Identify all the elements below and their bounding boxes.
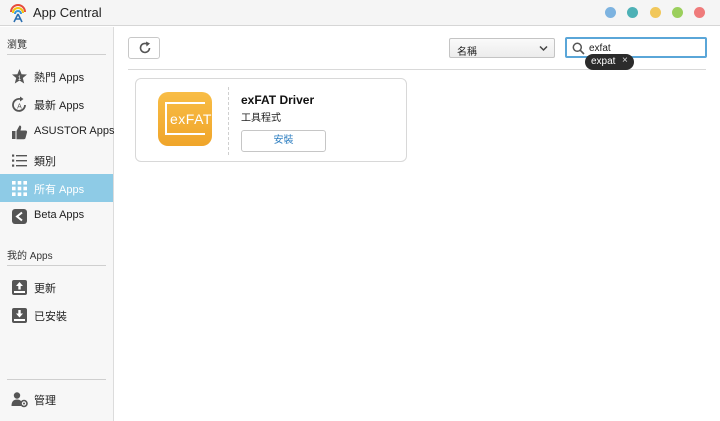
sidebar-divider (7, 265, 106, 266)
sidebar-item-installed[interactable]: 已安裝 (0, 301, 113, 329)
beta-icon (12, 209, 27, 224)
window-dot-green[interactable] (672, 7, 683, 18)
icon-frame (165, 133, 205, 135)
sidebar-item-label: 已安裝 (34, 311, 67, 323)
sidebar-item-asustor-apps[interactable]: ASUSTOR Apps (0, 118, 115, 146)
app-category: 工具程式 (241, 113, 281, 124)
search-suggestion[interactable]: expat × (585, 54, 634, 70)
sidebar-item-beta-apps[interactable]: Beta Apps (0, 202, 113, 230)
app-card[interactable]: exFAT exFAT Driver 工具程式 安裝 (135, 78, 407, 162)
user-gear-icon (11, 392, 28, 408)
search-suggestion-text: expat (591, 56, 616, 67)
sidebar-item-new-apps[interactable]: A 最新 Apps (0, 90, 113, 118)
sort-select-value: 名稱 (457, 47, 477, 58)
grid-icon (12, 181, 27, 196)
sidebar-item-label: 最新 Apps (34, 100, 85, 112)
svg-text:A: A (17, 104, 22, 111)
app-central-window: App Central 瀏覽 1 熱門 Apps A 最新 Apps ASUST… (0, 0, 720, 421)
thumbs-up-icon (12, 125, 28, 140)
sidebar-item-label: 管理 (34, 395, 56, 407)
search-icon (572, 42, 585, 55)
exfat-app-icon: exFAT (158, 92, 212, 146)
app-central-logo-icon (10, 4, 26, 23)
sidebar-item-all-apps[interactable]: 所有 Apps (0, 174, 113, 202)
my-apps-section-label: 我的 Apps (7, 251, 53, 262)
app-icon-text: exFAT (170, 111, 212, 127)
list-icon (12, 154, 27, 167)
refresh-icon (139, 41, 151, 54)
sidebar-item-label: 所有 Apps (34, 184, 85, 196)
refresh-button[interactable] (128, 37, 160, 59)
new-icon: A (12, 96, 26, 112)
update-icon (12, 280, 27, 295)
sidebar-divider (7, 379, 106, 380)
search-box[interactable] (565, 37, 707, 58)
star-icon: 1 (12, 69, 27, 84)
chevron-down-icon (539, 45, 548, 52)
browse-section-label: 瀏覽 (7, 40, 27, 51)
window-dot-close[interactable] (694, 7, 705, 18)
app-name: exFAT Driver (241, 93, 315, 107)
sidebar: 瀏覽 1 熱門 Apps A 最新 Apps ASUSTOR Apps 類別 所… (0, 27, 115, 421)
window-dot-teal[interactable] (627, 7, 638, 18)
search-input[interactable] (589, 41, 699, 55)
title-bar: App Central (0, 0, 720, 26)
window-dot-yellow[interactable] (650, 7, 661, 18)
sidebar-item-updates[interactable]: 更新 (0, 273, 113, 301)
card-divider (228, 87, 229, 155)
sidebar-item-label: Beta Apps (34, 209, 85, 221)
sidebar-item-manage[interactable]: 管理 (0, 385, 113, 413)
sidebar-item-label: 熱門 Apps (34, 72, 85, 84)
sidebar-item-popular-apps[interactable]: 1 熱門 Apps (0, 62, 113, 90)
suggestion-close-icon[interactable]: × (622, 55, 628, 66)
install-button[interactable]: 安裝 (241, 130, 326, 152)
sidebar-item-label: ASUSTOR Apps (34, 125, 115, 137)
icon-frame (165, 102, 205, 104)
window-dot-blue[interactable] (605, 7, 616, 18)
installed-icon (12, 308, 27, 323)
sidebar-item-categories[interactable]: 類別 (0, 146, 113, 174)
window-title: App Central (33, 5, 102, 20)
sidebar-item-label: 更新 (34, 283, 56, 295)
sort-select[interactable]: 名稱 (449, 38, 555, 58)
sidebar-divider (7, 54, 106, 55)
sidebar-item-label: 類別 (34, 156, 56, 168)
